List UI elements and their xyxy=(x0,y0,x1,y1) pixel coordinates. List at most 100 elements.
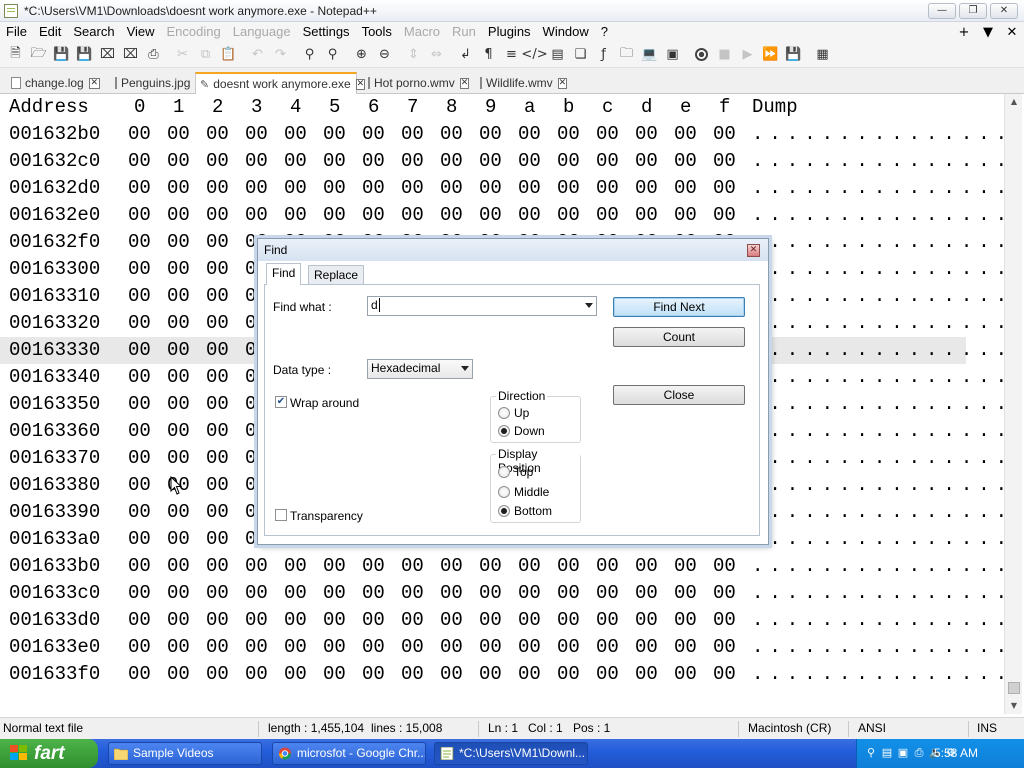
hex-byte[interactable]: 00 xyxy=(245,634,268,661)
hex-byte[interactable]: 00 xyxy=(167,661,190,688)
hex-byte[interactable]: 00 xyxy=(245,148,268,175)
hex-byte[interactable]: 00 xyxy=(167,391,190,418)
hex-byte[interactable]: 00 xyxy=(596,148,619,175)
hex-byte[interactable]: 00 xyxy=(167,418,190,445)
hex-byte[interactable]: 00 xyxy=(284,148,307,175)
hex-byte[interactable]: 00 xyxy=(713,634,736,661)
hex-byte[interactable]: 00 xyxy=(440,202,463,229)
hex-byte[interactable]: 00 xyxy=(479,148,502,175)
hex-byte[interactable]: 00 xyxy=(206,418,229,445)
direction-down-radio[interactable] xyxy=(498,425,510,437)
hex-byte[interactable]: 00 xyxy=(635,175,658,202)
hex-byte[interactable]: 00 xyxy=(362,634,385,661)
hex-byte[interactable]: 00 xyxy=(206,661,229,688)
hex-byte[interactable]: 00 xyxy=(206,553,229,580)
tab-hot-porno-wmv[interactable]: Hot porno.wmv ✕ xyxy=(362,72,470,94)
menu-search[interactable]: Search xyxy=(67,22,120,42)
hex-byte[interactable]: 00 xyxy=(284,121,307,148)
hex-byte[interactable]: 00 xyxy=(167,553,190,580)
hex-byte[interactable]: 00 xyxy=(245,661,268,688)
menu-plugins[interactable]: Plugins xyxy=(482,22,537,42)
row-dump[interactable]: ................ xyxy=(752,391,1004,418)
hex-byte[interactable]: 00 xyxy=(401,175,424,202)
hex-byte[interactable]: 00 xyxy=(674,148,697,175)
hex-byte[interactable]: 00 xyxy=(128,229,151,256)
hex-byte[interactable]: 00 xyxy=(596,175,619,202)
hex-byte[interactable]: 00 xyxy=(479,661,502,688)
find-what-input[interactable]: d xyxy=(367,296,597,316)
hex-byte[interactable]: 00 xyxy=(362,607,385,634)
hex-byte[interactable]: 00 xyxy=(284,175,307,202)
hex-byte[interactable]: 00 xyxy=(167,121,190,148)
hex-row[interactable]: 001633b0 00 00 00 00 00 00 00 00 00 00 00 00 00 00 00 00… xyxy=(0,553,1004,580)
copy-icon[interactable]: ⧉ xyxy=(194,44,217,66)
menu-file[interactable]: File xyxy=(0,22,33,42)
stop-macro-icon[interactable]: ■ xyxy=(713,44,736,66)
search-icon[interactable]: ⚲ xyxy=(865,747,877,759)
hex-byte[interactable]: 00 xyxy=(167,202,190,229)
hex-byte[interactable]: 00 xyxy=(167,175,190,202)
play-macro-icon[interactable]: ▶ xyxy=(736,44,759,66)
menu-encoding[interactable]: Encoding xyxy=(161,22,227,42)
hex-byte[interactable]: 00 xyxy=(245,175,268,202)
hex-byte[interactable]: 00 xyxy=(635,607,658,634)
row-dump[interactable]: ................ xyxy=(752,526,1004,553)
word-wrap-icon[interactable]: ↲ xyxy=(454,44,477,66)
hex-byte[interactable]: 00 xyxy=(635,148,658,175)
save-icon[interactable]: 💾 xyxy=(50,44,73,66)
hex-byte[interactable]: 00 xyxy=(596,580,619,607)
hex-byte[interactable]: 00 xyxy=(206,337,229,364)
clock[interactable]: 5:58 AM xyxy=(934,739,978,768)
hex-byte[interactable]: 00 xyxy=(167,445,190,472)
hex-byte[interactable]: 00 xyxy=(206,364,229,391)
hex-byte[interactable]: 00 xyxy=(362,148,385,175)
hex-byte[interactable]: 00 xyxy=(440,634,463,661)
hex-byte[interactable]: 00 xyxy=(674,634,697,661)
hex-byte[interactable]: 00 xyxy=(206,499,229,526)
hex-byte[interactable]: 00 xyxy=(128,445,151,472)
taskbar-item-sample-videos[interactable]: Sample Videos xyxy=(108,742,262,765)
hex-byte[interactable]: 00 xyxy=(479,175,502,202)
hex-byte[interactable]: 00 xyxy=(362,121,385,148)
hex-byte[interactable]: 00 xyxy=(323,580,346,607)
new-file-icon[interactable]: 🗎 xyxy=(4,44,27,66)
hex-byte[interactable]: 00 xyxy=(284,580,307,607)
wrap-around-checkbox[interactable] xyxy=(275,396,287,408)
row-dump[interactable]: ................ xyxy=(752,175,1004,202)
row-dump[interactable]: ................ xyxy=(752,634,1004,661)
hex-byte[interactable]: 00 xyxy=(128,202,151,229)
hex-byte[interactable]: 00 xyxy=(518,607,541,634)
row-dump[interactable]: ................ xyxy=(752,256,1004,283)
scroll-thumb[interactable] xyxy=(1008,682,1020,694)
hex-byte[interactable]: 00 xyxy=(479,553,502,580)
hex-byte[interactable]: 00 xyxy=(128,310,151,337)
maximize-button[interactable]: ❐ xyxy=(959,2,987,19)
hex-byte[interactable]: 00 xyxy=(128,256,151,283)
cut-icon[interactable]: ✂ xyxy=(171,44,194,66)
hex-byte[interactable]: 00 xyxy=(167,283,190,310)
hex-byte[interactable]: 00 xyxy=(284,661,307,688)
hex-byte[interactable]: 00 xyxy=(401,148,424,175)
hex-byte[interactable]: 00 xyxy=(167,499,190,526)
tab-close-icon[interactable]: ✕ xyxy=(88,77,100,89)
hex-byte[interactable]: 00 xyxy=(596,634,619,661)
hex-byte[interactable]: 00 xyxy=(596,121,619,148)
row-dump[interactable]: ................ xyxy=(752,364,1004,391)
hex-byte[interactable]: 00 xyxy=(713,580,736,607)
hex-byte[interactable]: 00 xyxy=(284,553,307,580)
close-window-button[interactable]: ✕ xyxy=(990,2,1018,19)
print-icon[interactable]: ⎙ xyxy=(142,44,165,66)
hex-byte[interactable]: 00 xyxy=(596,661,619,688)
save-all-icon[interactable]: 💾 xyxy=(73,44,96,66)
hex-byte[interactable]: 00 xyxy=(245,121,268,148)
hex-byte[interactable]: 00 xyxy=(245,553,268,580)
folder-workspace-icon[interactable]: 🗀 xyxy=(615,44,638,66)
hex-byte[interactable]: 00 xyxy=(635,202,658,229)
hex-row[interactable]: 001632b0 00 00 00 00 00 00 00 00 00 00 00 00 00 00 00 00… xyxy=(0,121,1004,148)
display-bottom-radio[interactable] xyxy=(498,505,510,517)
hex-row[interactable]: 001632e0 00 00 00 00 00 00 00 00 00 00 00 00 00 00 00 00… xyxy=(0,202,1004,229)
hex-byte[interactable]: 00 xyxy=(128,391,151,418)
close-all-icon[interactable]: ⌧ xyxy=(119,44,142,66)
hex-byte[interactable]: 00 xyxy=(128,526,151,553)
hex-row[interactable]: 001632d0 00 00 00 00 00 00 00 00 00 00 00 00 00 00 00 00… xyxy=(0,175,1004,202)
